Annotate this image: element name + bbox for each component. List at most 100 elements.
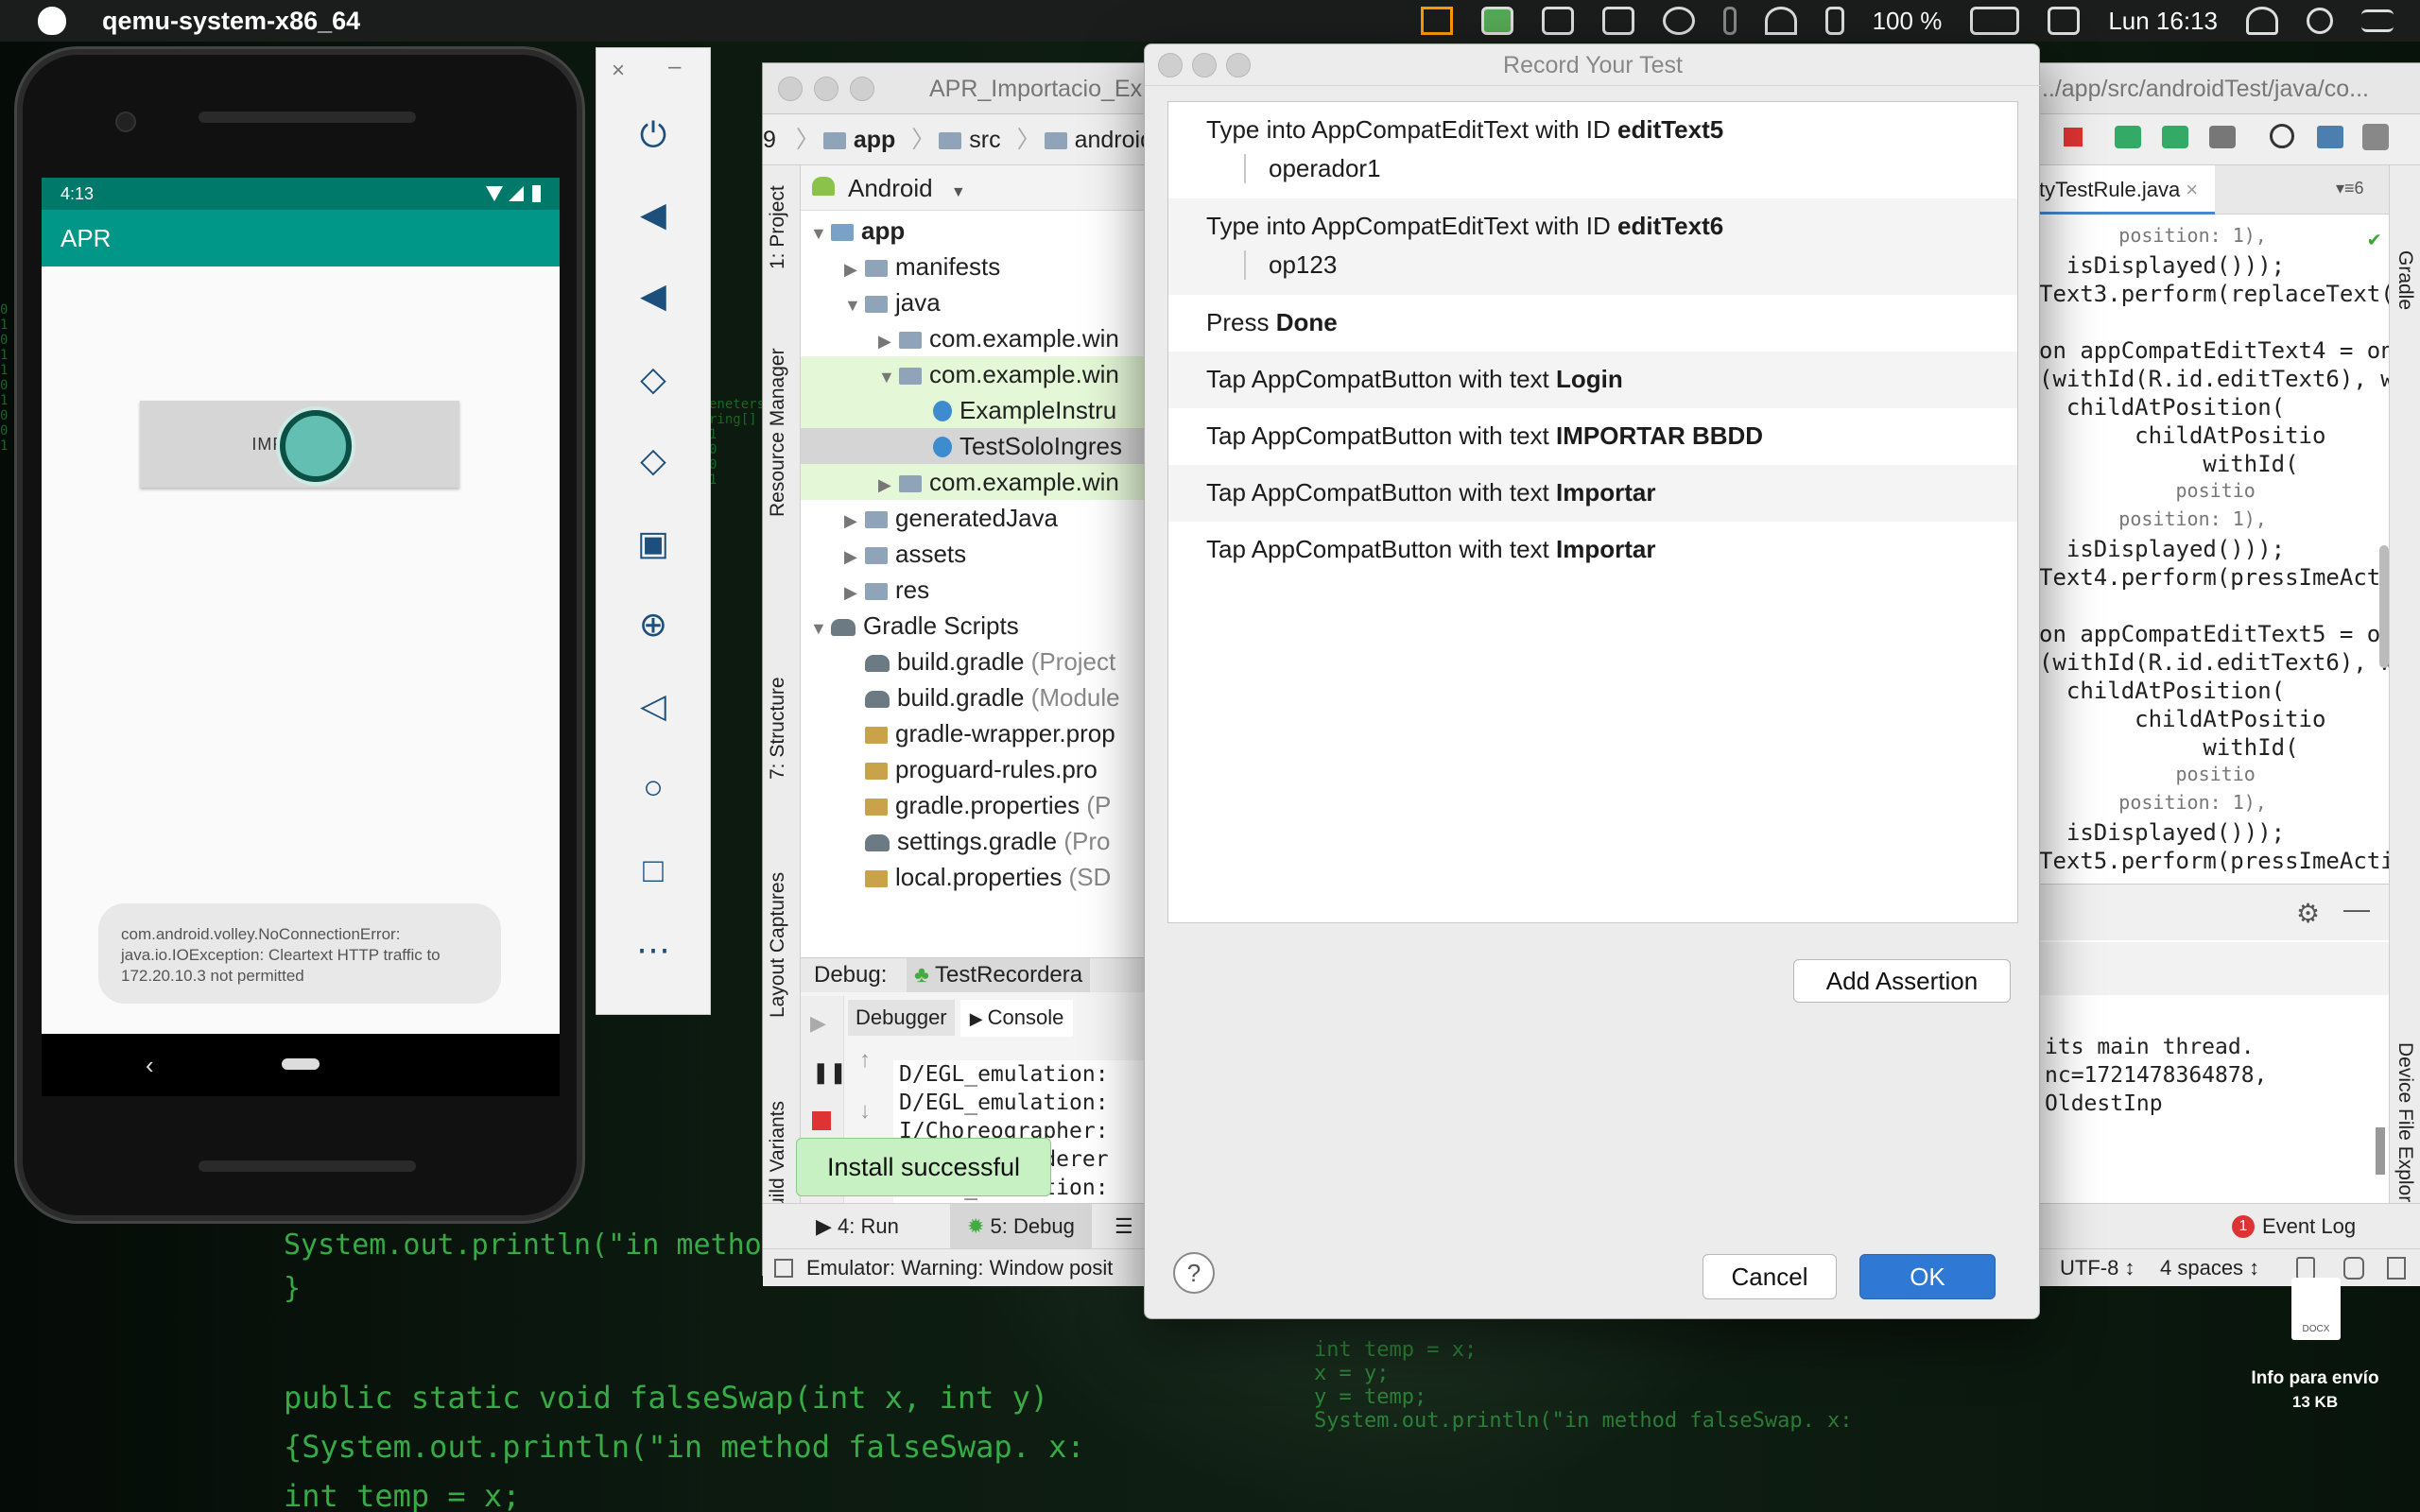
- tree-item[interactable]: ▶ generatedJava: [801, 500, 1152, 536]
- expand-arrow-right-icon[interactable]: ▶: [844, 503, 865, 536]
- expand-arrow-down-icon[interactable]: ▼: [810, 215, 831, 249]
- recorded-step[interactable]: Press Done: [1168, 295, 2017, 352]
- recorded-step[interactable]: Tap AppCompatButton with text Importar: [1168, 465, 2017, 522]
- home-icon[interactable]: ○: [632, 768, 674, 806]
- tree-item[interactable]: gradle.properties (P: [801, 787, 1152, 823]
- tree-item[interactable]: ▶ manifests: [801, 249, 1152, 284]
- settings-gear-icon[interactable]: ⚙: [2296, 898, 2320, 929]
- code-editor[interactable]: position: 1), isDisplayed())); Text3.perf…: [2035, 215, 2396, 942]
- run-console[interactable]: its main thread. nc=1721478364878, Oldes…: [2035, 995, 2389, 1203]
- memory-icon[interactable]: [2387, 1257, 2406, 1280]
- calendar-icon[interactable]: [2048, 7, 2081, 35]
- tree-item[interactable]: build.gradle (Project: [801, 644, 1152, 679]
- hide-panel-icon[interactable]: —: [2343, 894, 2370, 924]
- avd-icon[interactable]: [2362, 124, 2389, 150]
- project-view-selector[interactable]: Android ▼: [801, 165, 1152, 211]
- window-minimize-button[interactable]: [814, 77, 838, 101]
- tree-item[interactable]: settings.gradle (Pro: [801, 823, 1152, 859]
- back-icon[interactable]: ◁: [632, 687, 674, 725]
- camera-icon[interactable]: ▣: [632, 524, 674, 562]
- breadcrumb-item[interactable]: app: [854, 127, 895, 153]
- window-zoom-button[interactable]: [850, 77, 874, 101]
- vlc-icon[interactable]: [1420, 7, 1453, 35]
- tree-item[interactable]: ▼ app: [801, 213, 1152, 249]
- tree-item[interactable]: ▼ com.example.win: [801, 356, 1152, 392]
- project-structure-icon[interactable]: [2317, 126, 2343, 148]
- tab-overflow[interactable]: ▾≡6: [2336, 179, 2364, 198]
- tree-item[interactable]: ▶ res: [801, 572, 1152, 608]
- desktop-file-label[interactable]: Info para envío 13 KB: [2235, 1368, 2395, 1412]
- tree-item[interactable]: ▶ assets: [801, 536, 1152, 572]
- apple-icon[interactable]: [38, 7, 66, 35]
- tab-resource-manager[interactable]: Resource Manager: [767, 348, 789, 517]
- dialog-close-button[interactable]: [1158, 53, 1183, 77]
- inspector-icon[interactable]: [2343, 1257, 2364, 1280]
- dialog-minimize-button[interactable]: [1192, 53, 1217, 77]
- volume-down-icon[interactable]: ◀: [632, 277, 674, 315]
- expand-arrow-down-icon[interactable]: ▼: [844, 287, 865, 320]
- tab-debugger[interactable]: Debugger: [848, 1000, 955, 1036]
- event-log-tab[interactable]: Event Log: [2262, 1204, 2356, 1249]
- add-assertion-button[interactable]: Add Assertion: [1793, 959, 2011, 1003]
- encoding-selector[interactable]: UTF-8 ↕: [2060, 1249, 2135, 1287]
- todo-icon[interactable]: ☰: [1115, 1204, 1133, 1249]
- resume-icon[interactable]: ▶: [810, 1011, 826, 1036]
- tree-item[interactable]: gradle-wrapper.prop: [801, 715, 1152, 751]
- editor-scrollbar[interactable]: [2379, 545, 2389, 668]
- recorded-step[interactable]: Tap AppCompatButton with text IMPORTAR B…: [1168, 408, 2017, 465]
- expand-arrow-down-icon[interactable]: ▼: [878, 359, 899, 392]
- toggle-tool-windows-icon[interactable]: [774, 1259, 793, 1278]
- time-machine-icon[interactable]: [1662, 7, 1695, 35]
- editor-tab[interactable]: tyTestRule.java ×: [2035, 165, 2215, 215]
- sync-icon[interactable]: [2162, 126, 2188, 148]
- expand-arrow-right-icon[interactable]: ▶: [844, 251, 865, 284]
- breadcrumb-item[interactable]: 9: [763, 127, 776, 153]
- puzzle-icon[interactable]: [1541, 7, 1574, 35]
- up-arrow-icon[interactable]: ↑: [859, 1047, 871, 1074]
- recorded-step[interactable]: Type into AppCompatEditText with ID edit…: [1168, 198, 2017, 295]
- tree-item[interactable]: ▼ java: [801, 284, 1152, 320]
- menubar-app-name[interactable]: qemu-system-x86_64: [102, 7, 360, 36]
- cancel-button[interactable]: Cancel: [1703, 1254, 1837, 1299]
- tab-gradle[interactable]: Gradle: [2394, 250, 2416, 310]
- recorded-steps-list[interactable]: Type into AppCompatEditText with ID edit…: [1167, 101, 2018, 923]
- tab-run[interactable]: ▶ 4: Run: [816, 1204, 899, 1249]
- expand-arrow-right-icon[interactable]: ▶: [878, 467, 899, 500]
- apply-changes-icon[interactable]: [2115, 126, 2141, 148]
- console-scrollbar[interactable]: [2376, 1127, 2385, 1175]
- volume-up-icon[interactable]: ◀: [632, 196, 674, 233]
- tree-item[interactable]: ExampleInstru: [801, 392, 1152, 428]
- nav-back-icon[interactable]: ‹: [146, 1051, 154, 1080]
- bluetooth-icon[interactable]: [1722, 7, 1737, 35]
- tab-close-icon[interactable]: ×: [2186, 178, 2198, 201]
- tab-project[interactable]: 1: Project: [767, 185, 789, 269]
- lock-icon[interactable]: [2296, 1257, 2315, 1280]
- expand-arrow-right-icon[interactable]: ▶: [844, 575, 865, 608]
- overview-icon[interactable]: □: [632, 851, 674, 889]
- screenshot-icon[interactable]: [1601, 7, 1634, 35]
- pause-icon[interactable]: ❚❚: [812, 1060, 847, 1085]
- volume-icon[interactable]: [1824, 7, 1844, 35]
- power-icon[interactable]: ⏻: [632, 116, 674, 154]
- breadcrumb-item[interactable]: src: [969, 127, 1000, 153]
- rotate-left-icon[interactable]: ◇: [632, 360, 674, 398]
- dialog-zoom-button[interactable]: [1226, 53, 1251, 77]
- tree-item[interactable]: ▼ Gradle Scripts: [801, 608, 1152, 644]
- rotate-right-icon[interactable]: ◇: [632, 441, 674, 479]
- indent-selector[interactable]: 4 spaces ↕: [2160, 1249, 2259, 1287]
- tab-device-file-explorer[interactable]: Device File Explorer: [2394, 1042, 2416, 1220]
- nav-home-icon[interactable]: [282, 1058, 320, 1070]
- tab-debug[interactable]: ✹ 5: Debug: [950, 1204, 1092, 1249]
- tree-item[interactable]: ▶ com.example.win: [801, 464, 1152, 500]
- tree-item[interactable]: build.gradle (Module: [801, 679, 1152, 715]
- menubar-clock[interactable]: Lun 16:13: [2108, 7, 2218, 36]
- expand-arrow-right-icon[interactable]: ▶: [878, 323, 899, 356]
- tree-item[interactable]: ▶ com.example.win: [801, 320, 1152, 356]
- close-icon[interactable]: ×: [612, 58, 625, 84]
- stop-icon[interactable]: [2064, 128, 2083, 146]
- sdk-icon[interactable]: [2209, 126, 2236, 148]
- docx-file-icon[interactable]: DOCX: [2291, 1278, 2341, 1340]
- tree-item[interactable]: TestSoloIngres: [801, 428, 1152, 464]
- search-icon[interactable]: [2307, 8, 2333, 34]
- recorded-step[interactable]: Tap AppCompatButton with text Importar: [1168, 522, 2017, 578]
